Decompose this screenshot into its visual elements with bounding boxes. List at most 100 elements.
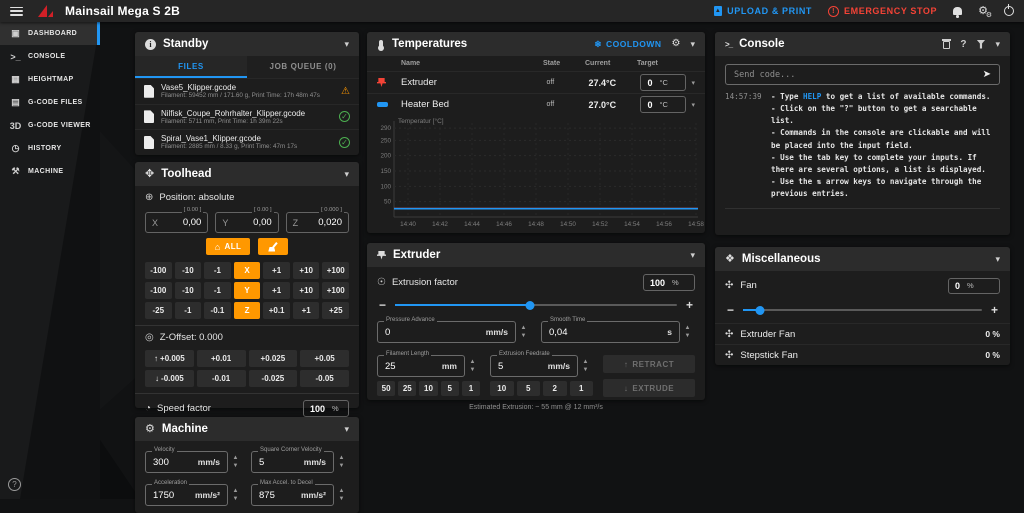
jog-y-10-button[interactable]: +10 — [293, 282, 320, 299]
send-icon[interactable]: ➤ — [983, 69, 991, 80]
jog-y-10-button[interactable]: -10 — [175, 282, 202, 299]
jog-z-1-button[interactable]: +1 — [293, 302, 320, 319]
chevron-down-icon[interactable]: ▾ — [690, 39, 695, 50]
stepper[interactable]: ▲▼ — [334, 455, 349, 469]
jog-z-0-1-button[interactable]: -0.1 — [204, 302, 231, 319]
dropdown-caret-icon[interactable]: ▾ — [691, 79, 695, 87]
machine-field-velocity[interactable]: Velocity300mm/s — [145, 451, 228, 473]
z-offset-0-01-button[interactable]: -0.01 — [197, 370, 246, 387]
cooldown-button[interactable]: ❄ COOLDOWN — [594, 39, 661, 50]
stepper[interactable]: ▲▼ — [228, 488, 243, 502]
minus-button[interactable]: − — [727, 304, 734, 316]
target-input-heater-bed[interactable]: 0°C — [640, 96, 686, 113]
stepper-up-icon[interactable]: ▲ — [685, 325, 691, 331]
help-icon[interactable]: ? — [8, 478, 21, 491]
stepper-down-icon[interactable]: ▼ — [233, 496, 239, 502]
jog-z-25-button[interactable]: -25 — [145, 302, 172, 319]
trash-icon[interactable] — [943, 41, 950, 49]
jog-x-100-button[interactable]: +100 — [322, 262, 349, 279]
stepper[interactable]: ▲▼ — [334, 488, 349, 502]
stepper-down-icon[interactable]: ▼ — [521, 333, 527, 339]
jog-z-1-button[interactable]: -1 — [175, 302, 202, 319]
jog-x-10-button[interactable]: -10 — [175, 262, 202, 279]
stepper-up-icon[interactable]: ▲ — [339, 455, 345, 461]
z-offset-0-01-button[interactable]: +0.01 — [197, 350, 246, 367]
stepper-down-icon[interactable]: ▼ — [339, 496, 345, 502]
jog-y-1-button[interactable]: +1 — [263, 282, 290, 299]
fan-input[interactable]: 0 % — [948, 278, 1000, 294]
speed-factor-input[interactable]: 100 % — [303, 400, 349, 417]
position-input-z[interactable]: [ 0.000 ]Z0,020 — [286, 212, 349, 233]
settings-gears-icon[interactable]: ⚙ — [978, 6, 988, 17]
filament-length-field[interactable]: Filament Length25mm — [377, 355, 465, 377]
stepper-up-icon[interactable]: ▲ — [521, 325, 527, 331]
stepper-down-icon[interactable]: ▼ — [233, 463, 239, 469]
quick-feedrate-10-button[interactable]: 10 — [490, 381, 514, 396]
extrusion-factor-slider-thumb[interactable] — [526, 301, 535, 310]
z-offset-0-025-button[interactable]: -0.025 — [249, 370, 298, 387]
retract-button[interactable]: ↑ RETRACT — [603, 355, 695, 373]
chevron-down-icon[interactable]: ▾ — [995, 254, 1000, 265]
z-offset-0-005-button[interactable]: ↓-0.005 — [145, 370, 194, 387]
notifications-bell-icon[interactable] — [953, 7, 962, 15]
home-y-button[interactable]: Y — [234, 282, 261, 299]
sidebar-item-dashboard[interactable]: ▣DASHBOARD — [0, 22, 100, 45]
jog-y-100-button[interactable]: -100 — [145, 282, 172, 299]
extrude-button[interactable]: ↓ EXTRUDE — [603, 379, 695, 397]
jog-z-0-1-button[interactable]: +0.1 — [263, 302, 290, 319]
stepper-up-icon[interactable]: ▲ — [339, 488, 345, 494]
sidebar-item-machine[interactable]: ⚒MACHINE — [0, 160, 100, 183]
sidebar-item-heightmap[interactable]: ▦HEIGHTMAP — [0, 68, 100, 91]
tab-job-queue-0[interactable]: JOB QUEUE (0) — [247, 56, 359, 78]
extrusion-feedrate-field[interactable]: Extrusion Feedrate5mm/s — [490, 355, 578, 377]
z-offset-0-005-button[interactable]: ↑+0.005 — [145, 350, 194, 367]
stepper-up-icon[interactable]: ▲ — [470, 359, 476, 365]
jog-x-1-button[interactable]: -1 — [204, 262, 231, 279]
stepper-up-icon[interactable]: ▲ — [233, 455, 239, 461]
quick-feedrate-5-button[interactable]: 5 — [517, 381, 541, 396]
stepper-down-icon[interactable]: ▼ — [583, 367, 589, 373]
chevron-down-icon[interactable]: ▾ — [344, 169, 349, 180]
jog-x-100-button[interactable]: -100 — [145, 262, 172, 279]
pressure-advance-field[interactable]: Pressure Advance0mm/s — [377, 321, 516, 343]
dropdown-caret-icon[interactable]: ▾ — [691, 101, 695, 109]
quick-length-10-button[interactable]: 10 — [419, 381, 437, 396]
file-row[interactable]: Spiral_Vase1_Klipper.gcodeFilament: 2885… — [135, 129, 359, 155]
home-z-button[interactable]: Z — [234, 302, 261, 319]
file-row[interactable]: Vase5_Klipper.gcodeFilament: 59452 mm / … — [135, 78, 359, 104]
sidebar-item-g-code-files[interactable]: ▤G-CODE FILES — [0, 91, 100, 114]
stepper[interactable]: ▲▼ — [228, 455, 243, 469]
stepper-down-icon[interactable]: ▼ — [470, 367, 476, 373]
stepper-down-icon[interactable]: ▼ — [339, 463, 345, 469]
power-icon[interactable] — [1004, 6, 1014, 16]
gear-icon[interactable]: ⚙ — [672, 39, 681, 49]
quick-length-5-button[interactable]: 5 — [441, 381, 459, 396]
machine-field-acceleration[interactable]: Acceleration1750mm/s² — [145, 484, 228, 506]
emergency-stop-button[interactable]: ! EMERGENCY STOP — [828, 6, 937, 17]
smooth-time-field[interactable]: Smooth Time0,04s — [541, 321, 680, 343]
fan-slider-track[interactable] — [743, 309, 982, 311]
upload-and-print-button[interactable]: ▲ UPLOAD & PRINT — [714, 6, 812, 16]
z-offset-0-025-button[interactable]: +0.025 — [249, 350, 298, 367]
quick-length-25-button[interactable]: 25 — [398, 381, 416, 396]
target-input-extruder[interactable]: 0°C — [640, 74, 686, 91]
jog-y-1-button[interactable]: -1 — [204, 282, 231, 299]
chevron-down-icon[interactable]: ▾ — [344, 424, 349, 435]
stepper[interactable]: ▲▼ — [680, 325, 695, 339]
extrusion-factor-input[interactable]: 100 % — [643, 274, 695, 291]
plus-button[interactable]: + — [686, 299, 693, 311]
machine-field-square-corner-velocity[interactable]: Square Corner Velocity5mm/s — [251, 451, 334, 473]
jog-x-1-button[interactable]: +1 — [263, 262, 290, 279]
chevron-down-icon[interactable]: ▾ — [344, 39, 349, 50]
z-offset-0-05-button[interactable]: +0.05 — [300, 350, 349, 367]
jog-y-100-button[interactable]: +100 — [322, 282, 349, 299]
position-input-x[interactable]: [ 0.00 ]X0,00 — [145, 212, 208, 233]
console-input[interactable]: Send code... ➤ — [725, 64, 1000, 85]
file-row[interactable]: Nilfisk_Coupe_Rohrhalter_Klipper.gcodeFi… — [135, 104, 359, 130]
chevron-down-icon[interactable]: ▾ — [690, 250, 695, 261]
stepper-up-icon[interactable]: ▲ — [583, 359, 589, 365]
hamburger-menu-icon[interactable] — [10, 7, 23, 16]
stepper-up-icon[interactable]: ▲ — [233, 488, 239, 494]
machine-field-max-accel-to-decel[interactable]: Max Accel. to Decel875mm/s² — [251, 484, 334, 506]
extrusion-factor-slider-track[interactable] — [395, 304, 677, 306]
